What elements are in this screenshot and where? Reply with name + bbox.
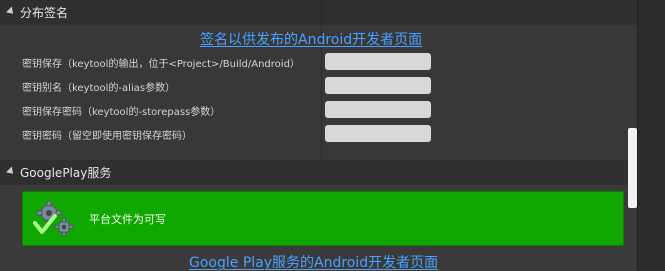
key-alias-input[interactable] [325,77,431,94]
keystore-password-input[interactable] [325,101,431,118]
section-title: GooglePlay服务 [20,166,112,180]
keystore-input[interactable] [325,53,431,70]
property-label: 密钥保存（keytool的输出，位于<Project>/Build/Androi… [22,59,300,70]
notice-text: 平台文件为可写 [89,212,166,226]
distribution-signing-header[interactable]: 分布签名 [0,0,638,25]
google-play-docs-link[interactable]: Google Play服务的Android开发者页面 [189,252,438,271]
scrollbar-track[interactable] [638,0,665,271]
property-row-keystore: 密钥保存（keytool的输出，位于<Project>/Build/Androi… [0,50,638,74]
property-label: 密钥保存密码（keytool的-storepass参数） [22,107,221,118]
collapse-arrow-icon[interactable] [6,166,16,177]
google-play-services-header[interactable]: GooglePlay服务 [0,160,638,185]
property-label: 密钥别名（keytool的-alias参数） [22,83,176,94]
key-password-input[interactable] [325,125,431,142]
header-divider [321,0,322,25]
property-row-keypass: 密钥密码（留空即使用密钥保存密码） [0,122,638,146]
property-row-storepass: 密钥保存密码（keytool的-storepass参数） [0,98,638,122]
signing-docs-link[interactable]: 签名以供发布的Android开发者页面 [200,29,422,49]
property-label: 密钥密码（留空即使用密钥保存密码） [22,131,192,142]
gear-check-icon [33,200,74,236]
scrollbar-thumb[interactable] [628,128,637,208]
writable-notice: 平台文件为可写 [22,191,624,246]
property-row-alias: 密钥别名（keytool的-alias参数） [0,74,638,98]
section-title: 分布签名 [20,6,69,20]
collapse-arrow-icon[interactable] [6,6,16,17]
settings-panel: 分布签名 签名以供发布的Android开发者页面 密钥保存（keytool的输出… [0,0,665,271]
